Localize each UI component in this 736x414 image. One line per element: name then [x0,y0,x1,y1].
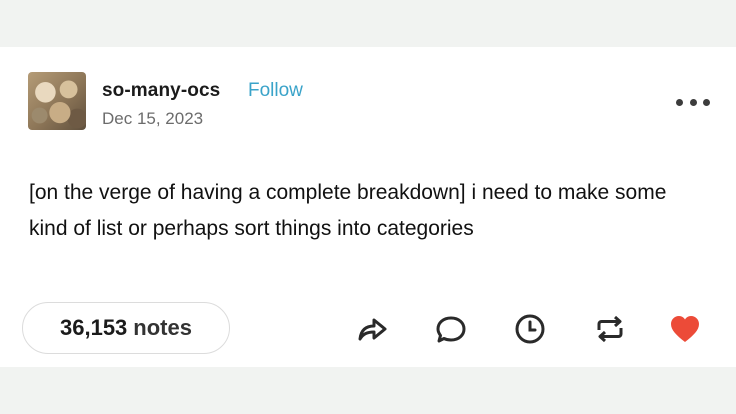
post-card: so-many-ocs Follow Dec 15, 2023 [on the … [0,47,736,367]
post-date: Dec 15, 2023 [102,109,204,128]
notes-label: notes [133,315,192,340]
reblog-icon[interactable] [593,312,627,346]
username[interactable]: so-many-ocs [102,80,220,102]
post-body: [on the verge of having a complete break… [29,181,667,240]
notes-button[interactable]: 36,153 notes [22,302,230,354]
avatar[interactable] [28,72,86,130]
dot [689,98,697,106]
notes-count: 36,153 [60,315,128,340]
reply-icon[interactable] [434,312,468,346]
share-icon[interactable] [355,312,389,346]
heart-icon[interactable] [668,312,702,346]
clock-icon[interactable] [513,312,547,346]
dot [703,98,710,106]
more-options-icon[interactable] [676,95,710,109]
follow-button[interactable]: Follow [248,80,303,102]
dot [676,98,683,106]
